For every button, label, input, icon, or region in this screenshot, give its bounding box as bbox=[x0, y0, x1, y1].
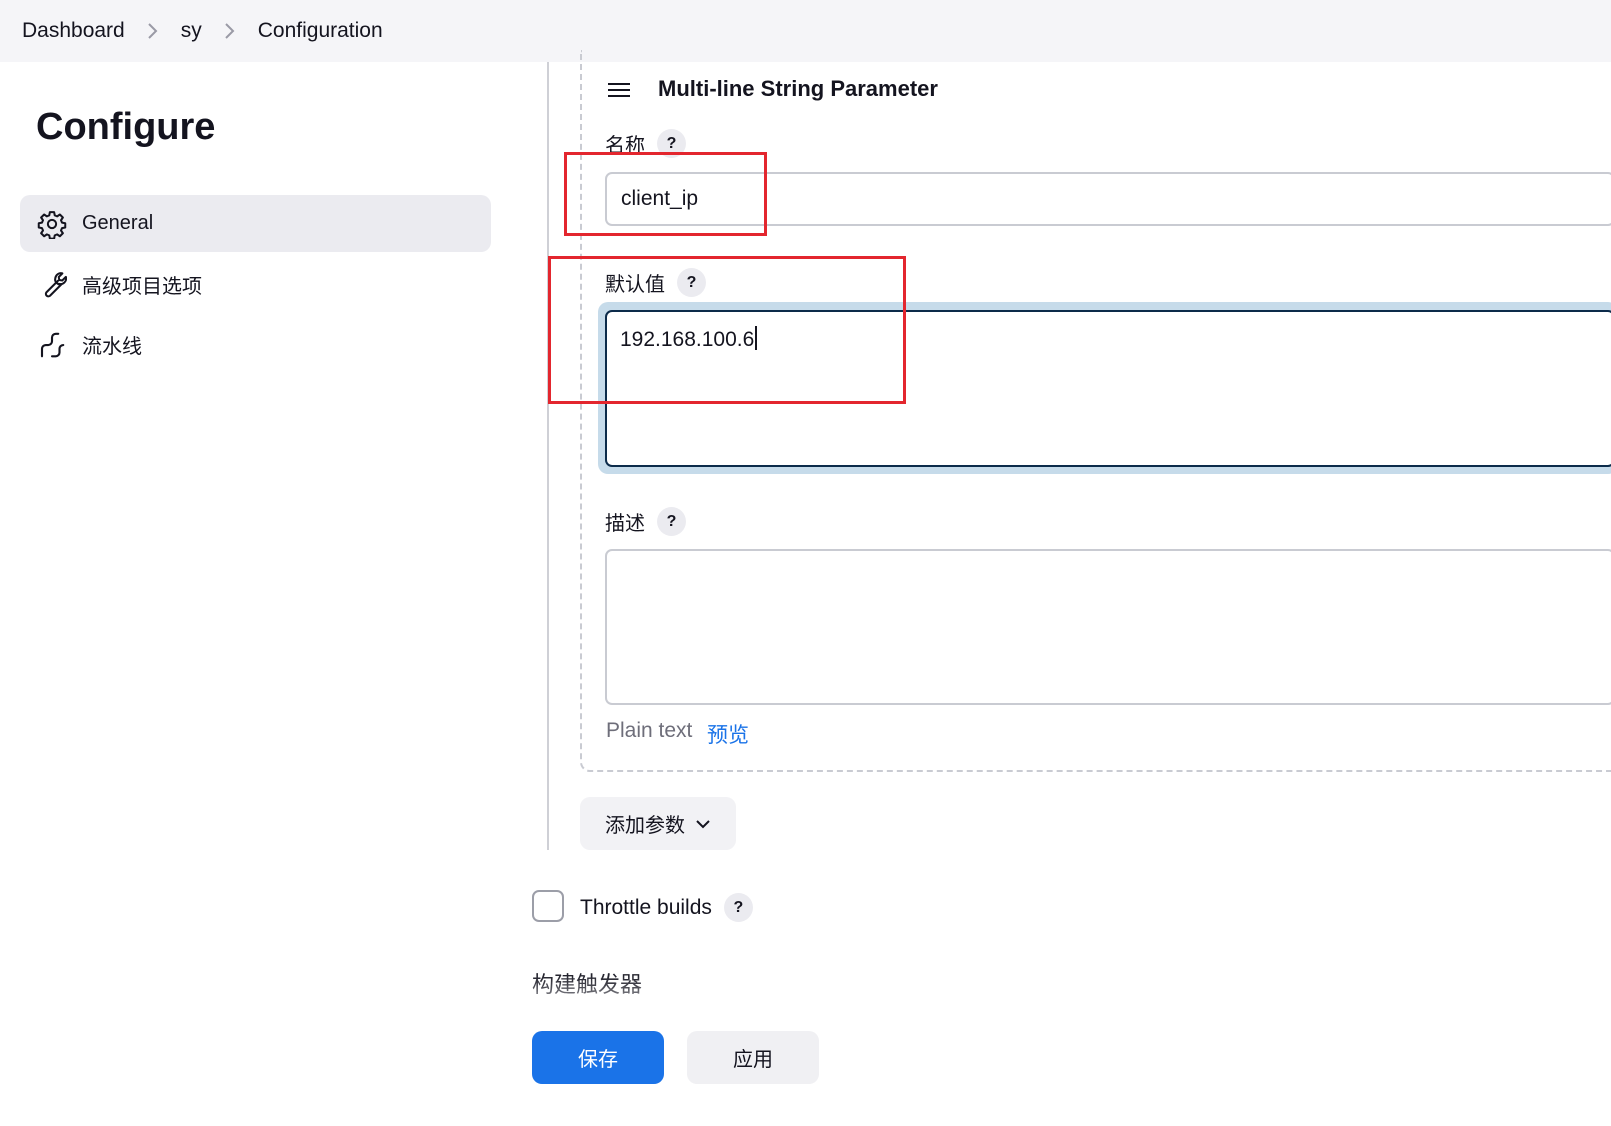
save-button[interactable]: 保存 bbox=[532, 1031, 664, 1084]
throttle-builds-text: Throttle builds bbox=[580, 895, 712, 919]
build-triggers-heading: 构建触发器 bbox=[532, 972, 643, 997]
add-parameter-button[interactable]: 添加参数 bbox=[580, 797, 736, 850]
description-textarea[interactable] bbox=[605, 549, 1611, 705]
name-label-text: 名称 bbox=[605, 135, 645, 157]
throttle-builds-label: Throttle builds ? bbox=[580, 893, 753, 922]
default-value-textarea[interactable]: 192.168.100.6 bbox=[605, 310, 1611, 467]
default-value-label: 默认值 ? bbox=[605, 268, 706, 297]
sidebar-item-label: General bbox=[82, 212, 154, 234]
throttle-builds-checkbox[interactable] bbox=[532, 890, 564, 922]
default-value-text: 192.168.100.6 bbox=[620, 328, 755, 351]
sidebar-item-label: 流水线 bbox=[82, 336, 142, 358]
help-icon[interactable]: ? bbox=[723, 893, 753, 922]
name-label: 名称 ? bbox=[605, 129, 686, 158]
chevron-right-icon bbox=[147, 22, 159, 40]
name-input[interactable]: client_ip bbox=[605, 172, 1611, 226]
breadcrumb-dashboard[interactable]: Dashboard bbox=[22, 19, 125, 43]
drag-handle-icon[interactable] bbox=[607, 80, 631, 100]
pipeline-icon bbox=[36, 329, 68, 361]
wrench-icon bbox=[36, 269, 68, 301]
page-title: Configure bbox=[36, 106, 216, 148]
help-icon[interactable]: ? bbox=[657, 129, 686, 158]
sidebar-item-general[interactable]: General bbox=[20, 195, 491, 252]
chevron-down-icon bbox=[696, 819, 710, 828]
section-divider bbox=[547, 62, 549, 850]
description-label: 描述 ? bbox=[605, 507, 686, 536]
default-value-label-text: 默认值 bbox=[605, 274, 665, 296]
gear-icon bbox=[36, 208, 68, 240]
format-label: Plain text bbox=[606, 719, 693, 742]
add-parameter-label: 添加参数 bbox=[605, 815, 685, 837]
breadcrumb-configuration[interactable]: Configuration bbox=[258, 19, 383, 43]
description-label-text: 描述 bbox=[605, 513, 645, 535]
apply-button[interactable]: 应用 bbox=[687, 1031, 819, 1084]
action-bar bbox=[500, 1010, 1611, 1126]
help-icon[interactable]: ? bbox=[657, 507, 686, 536]
chevron-right-icon bbox=[224, 22, 236, 40]
help-icon[interactable]: ? bbox=[677, 268, 706, 297]
parameter-type-title: Multi-line String Parameter bbox=[658, 76, 938, 101]
sidebar: Configure General 高级项目选项 流水线 bbox=[0, 62, 520, 1126]
sidebar-item-pipeline[interactable]: 流水线 bbox=[20, 316, 491, 373]
sidebar-item-label: 高级项目选项 bbox=[82, 276, 202, 298]
text-caret bbox=[755, 326, 758, 350]
name-input-value: client_ip bbox=[621, 187, 699, 210]
sidebar-item-advanced[interactable]: 高级项目选项 bbox=[20, 256, 491, 313]
breadcrumb-sy[interactable]: sy bbox=[181, 19, 202, 43]
preview-link[interactable]: 预览 bbox=[707, 719, 749, 749]
